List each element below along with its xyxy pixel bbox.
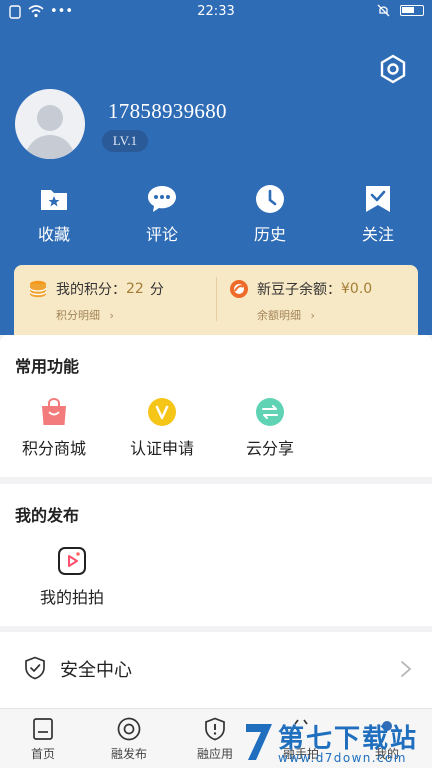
tab-label: 融应用 (196, 747, 233, 761)
status-bar: ••• 22:33 (0, 0, 432, 24)
my-posts-title: 我的发布 (15, 506, 80, 525)
status-time: 22:33 (197, 4, 235, 19)
quick-actions: 收藏 评论 历史 关注 (0, 183, 432, 245)
verify-v-icon (148, 398, 176, 426)
tab-label: 融发布 (110, 747, 147, 761)
points-card: 我的积分： 22 分 积分明细 › 新豆子余额： ¥0.0 余额明细 › (14, 265, 418, 335)
bookmark-folder-icon (41, 190, 67, 210)
clock-icon (256, 185, 284, 213)
app-shield-icon (205, 717, 225, 741)
function-verification[interactable]: 认证申请 (117, 397, 207, 459)
avatar-body (25, 135, 75, 159)
watermark: 第七下载站 www.d7down.com (242, 718, 432, 768)
points-value: 22 (126, 281, 144, 297)
watermark-url: www.d7down.com (278, 751, 407, 765)
function-cloud-share[interactable]: 云分享 (225, 397, 315, 459)
points-label: 我的积分： (56, 282, 126, 298)
my-paipai-item[interactable]: 我的拍拍 (27, 546, 117, 608)
action-follow[interactable]: 关注 (338, 183, 418, 245)
chevron-right-icon: › (109, 309, 114, 322)
chevron-right-icon (401, 661, 412, 677)
coins-icon (29, 280, 47, 298)
user-phone[interactable]: 17858939680 (108, 99, 227, 124)
my-paipai-label: 我的拍拍 (39, 588, 104, 607)
tab-apps[interactable]: 融应用 (180, 717, 250, 762)
avatar[interactable] (15, 89, 85, 159)
comment-icon (148, 186, 176, 212)
shield-icon (25, 656, 45, 680)
avatar-head (37, 105, 63, 131)
follow-check-icon (366, 186, 390, 212)
shopping-bag-icon (42, 397, 66, 425)
profile-header: ••• 22:33 17858939680 LV.1 收藏 评论 历史 关注 我… (0, 0, 432, 335)
common-functions-title: 常用功能 (15, 357, 80, 376)
chevron-right-icon: › (310, 309, 315, 322)
security-center-row[interactable]: 安全中心 (0, 632, 432, 708)
home-doc-icon (33, 718, 53, 740)
points-unit: 分 (149, 282, 164, 298)
battery-icon (400, 5, 424, 16)
settings-icon[interactable] (378, 54, 408, 84)
action-label: 关注 (361, 225, 394, 244)
balance-section[interactable]: 新豆子余额： ¥0.0 余额明细 › (217, 265, 418, 335)
mute-icon (377, 4, 390, 17)
tab-publish[interactable]: 融发布 (94, 717, 164, 762)
bean-coin-icon (230, 280, 248, 298)
tab-home[interactable]: 首页 (8, 717, 78, 762)
balance-value: ¥0.0 (341, 281, 373, 297)
points-section[interactable]: 我的积分： 22 分 积分明细 › (14, 265, 216, 335)
my-posts-section: 我的发布 我的拍拍 (0, 484, 432, 626)
tab-label: 首页 (30, 747, 55, 761)
common-functions-section: 常用功能 积分商城 认证申请 云分享 (0, 335, 432, 477)
balance-detail-link[interactable]: 余额明细 (257, 309, 301, 322)
security-center-label: 安全中心 (60, 660, 132, 681)
function-label: 云分享 (245, 439, 294, 458)
watermark-logo (246, 724, 272, 760)
level-badge: LV.1 (102, 130, 148, 152)
video-play-icon (58, 547, 86, 575)
share-arrows-icon (256, 398, 284, 426)
function-label: 认证申请 (129, 439, 194, 458)
function-label: 积分商城 (21, 439, 86, 458)
points-detail-link[interactable]: 积分明细 (56, 309, 100, 322)
function-points-mall[interactable]: 积分商城 (9, 397, 99, 459)
action-favorites[interactable]: 收藏 (14, 183, 94, 245)
balance-label: 新豆子余额： (257, 282, 341, 298)
action-label: 评论 (145, 225, 178, 244)
publish-circle-icon (117, 717, 141, 741)
action-label: 历史 (253, 225, 286, 244)
action-comments[interactable]: 评论 (122, 183, 202, 245)
action-history[interactable]: 历史 (230, 183, 310, 245)
action-label: 收藏 (37, 225, 70, 244)
watermark-text: 第七下载站 (278, 724, 419, 754)
